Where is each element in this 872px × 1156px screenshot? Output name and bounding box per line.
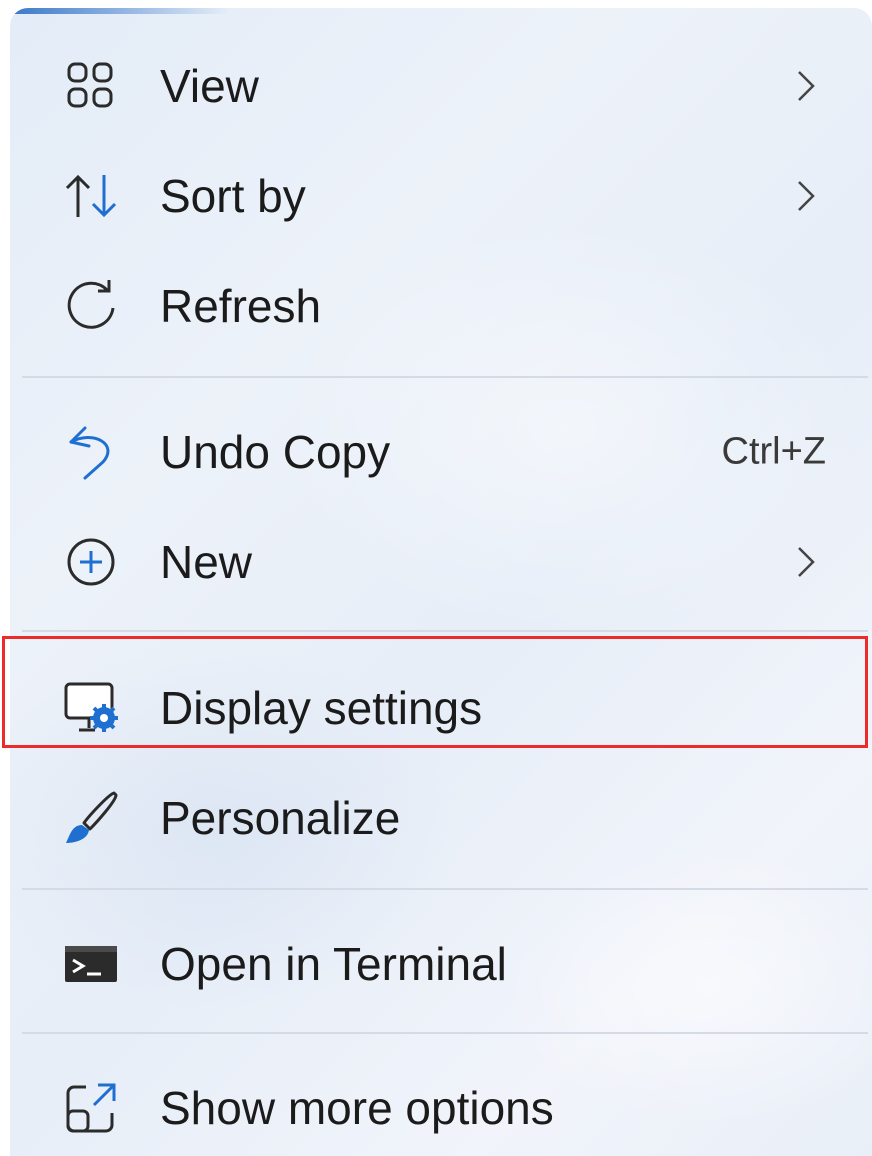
terminal-icon	[62, 935, 120, 993]
sort-arrows-icon	[62, 167, 120, 225]
menu-item-show-more-options[interactable]: Show more options	[10, 1058, 872, 1156]
menu-item-label: View	[160, 60, 259, 112]
shortcut-hint: Ctrl+Z	[721, 430, 827, 473]
plus-circle-icon	[62, 533, 120, 591]
undo-icon	[62, 423, 120, 481]
display-settings-icon	[62, 679, 120, 737]
paintbrush-icon	[62, 789, 120, 847]
menu-item-label: Sort by	[160, 170, 306, 222]
menu-item-label: Refresh	[160, 280, 322, 332]
menu-item-new[interactable]: New	[10, 512, 872, 612]
menu-item-sort-by[interactable]: Sort by	[10, 146, 872, 246]
menu-item-refresh[interactable]: Refresh	[10, 256, 872, 356]
menu-separator	[22, 888, 868, 890]
chevron-right-icon	[796, 545, 816, 579]
menu-item-label: Show more options	[160, 1082, 554, 1134]
menu-item-open-in-terminal[interactable]: Open in Terminal	[10, 914, 872, 1014]
expand-icon	[62, 1079, 120, 1137]
grid-icon	[62, 57, 120, 115]
menu-separator	[22, 376, 868, 378]
menu-separator	[22, 630, 868, 632]
chevron-right-icon	[796, 179, 816, 213]
menu-item-label: Undo Copy	[160, 426, 391, 478]
menu-item-label: Display settings	[160, 682, 483, 734]
menu-separator	[22, 1032, 868, 1034]
chevron-right-icon	[796, 69, 816, 103]
desktop-context-menu: View Sort by Refresh Undo Copy Ctrl+Z Ne…	[10, 8, 872, 1156]
menu-item-undo-copy[interactable]: Undo Copy Ctrl+Z	[10, 402, 872, 502]
menu-item-label: New	[160, 536, 253, 588]
menu-item-label: Personalize	[160, 792, 401, 844]
menu-item-display-settings[interactable]: Display settings	[10, 658, 872, 758]
refresh-icon	[62, 277, 120, 335]
menu-item-label: Open in Terminal	[160, 938, 507, 990]
menu-item-view[interactable]: View	[10, 36, 872, 136]
menu-item-personalize[interactable]: Personalize	[10, 768, 872, 868]
menu-top-accent	[10, 8, 230, 14]
